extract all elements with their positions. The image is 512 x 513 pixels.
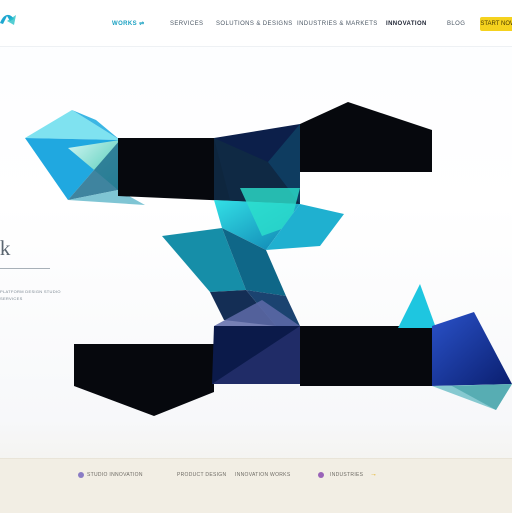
site-header: WORKS ⇌ SERVICES SOLUTIONS & DESIGNS IND… — [0, 0, 512, 47]
nav-item-services[interactable]: SERVICES — [170, 19, 203, 29]
hero-divider — [0, 268, 50, 269]
footer-link-product[interactable]: PRODUCT DESIGN — [177, 470, 226, 480]
site-footer: STUDIO INNOVATION PRODUCT DESIGN INNOVAT… — [0, 458, 512, 513]
footer-link-industries[interactable]: INDUSTRIES — [330, 470, 363, 480]
circle-bullet-icon — [78, 472, 84, 478]
nav-item-innovation[interactable]: INNOVATION — [386, 19, 427, 29]
start-now-button[interactable]: START NOW — [480, 17, 512, 31]
nav-item-blog[interactable]: BLOG — [447, 19, 465, 29]
hero-subtitle-line: SERVICES — [0, 296, 23, 301]
nav-item-industries[interactable]: INDUSTRIES & MARKETS — [297, 19, 378, 29]
hero-subtitle-line: PLATFORM DESIGN STUDIO — [0, 289, 61, 294]
circle-bullet-icon — [318, 472, 324, 478]
footer-link-studio[interactable]: STUDIO INNOVATION — [87, 470, 143, 480]
hero-title: lk — [0, 236, 11, 260]
arrow-right-icon[interactable]: → — [370, 470, 377, 480]
nav-item-works[interactable]: WORKS ⇌ — [112, 19, 145, 29]
nav-item-solutions[interactable]: SOLUTIONS & DESIGNS — [216, 19, 293, 29]
page-background — [0, 0, 512, 512]
brand-logo-icon[interactable] — [0, 9, 18, 29]
hero-subtitle: PLATFORM DESIGN STUDIO SERVICES — [0, 288, 72, 302]
footer-link-innovation[interactable]: INNOVATION WORKS — [235, 470, 290, 480]
